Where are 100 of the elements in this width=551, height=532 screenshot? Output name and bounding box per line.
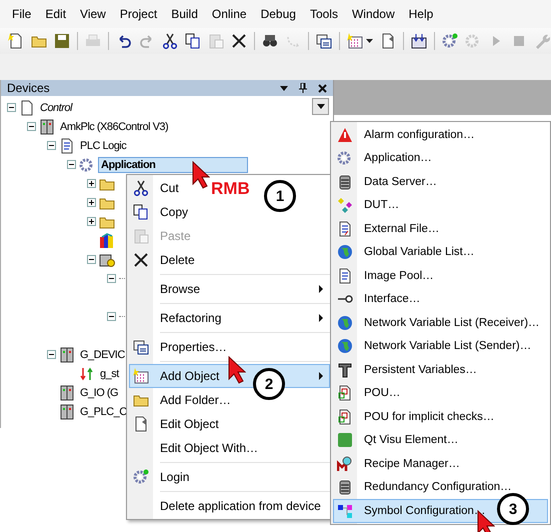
copy-icon[interactable] <box>185 33 201 49</box>
gear-icon <box>337 150 353 166</box>
menu-item[interactable]: Login <box>129 465 198 489</box>
document-icon <box>19 100 35 116</box>
device-icon <box>39 118 55 134</box>
collapse-icon[interactable] <box>7 103 16 112</box>
tree-item[interactable]: g_st <box>98 366 121 380</box>
menu-bar-item[interactable]: File <box>6 7 40 21</box>
save-icon[interactable] <box>54 33 70 49</box>
collapse-icon[interactable] <box>67 160 76 169</box>
gear-icon <box>133 469 149 485</box>
tree-item[interactable]: Application <box>98 156 248 172</box>
cross-icon <box>133 252 149 268</box>
menu-item[interactable]: External File… <box>333 217 548 240</box>
menu-bar-item[interactable]: Help <box>402 7 442 21</box>
menu-item[interactable]: POU for implicit checks… <box>333 405 548 428</box>
submenu-arrow-icon <box>319 314 323 322</box>
tile-icon <box>337 432 353 448</box>
expand-icon[interactable] <box>87 217 96 226</box>
tee-icon <box>337 362 353 378</box>
download-icon[interactable] <box>411 33 427 49</box>
grid-icon[interactable] <box>347 33 363 49</box>
cross-icon[interactable] <box>231 33 247 49</box>
menu-item[interactable]: Delete application from device <box>129 494 330 518</box>
gear-icon <box>79 156 95 172</box>
document-icon <box>337 385 353 402</box>
menu-bar-item[interactable]: Build <box>165 7 206 21</box>
menu-item[interactable]: Qt Visu Element… <box>333 428 548 452</box>
menu-bar-item[interactable]: Window <box>346 7 403 21</box>
menu-item[interactable]: Properties… <box>129 335 236 359</box>
menu-item[interactable]: Add Folder… <box>129 388 240 412</box>
menu-item[interactable]: DUT… <box>333 194 548 217</box>
menu-bar-item[interactable]: Debug <box>254 7 304 21</box>
document-icon <box>337 220 353 237</box>
device-icon <box>59 384 75 400</box>
collapse-icon[interactable] <box>107 274 116 283</box>
tree-item[interactable]: G_PLC_C <box>78 404 129 418</box>
arrows-icon <box>79 366 95 382</box>
menu-item[interactable]: POU… <box>333 382 548 405</box>
menu-item[interactable]: Interface… <box>333 288 548 311</box>
menu-item[interactable]: Edit Object <box>129 412 228 436</box>
menu-item[interactable]: Refactoring <box>129 306 330 330</box>
new-file-icon[interactable] <box>8 33 24 49</box>
menu-bar-item[interactable]: Online <box>206 7 255 21</box>
menu-bar-item[interactable]: Tools <box>304 7 346 21</box>
menu-item[interactable]: Alarm configuration… <box>333 123 548 146</box>
collapse-icon[interactable] <box>47 141 56 150</box>
menu-bar-item[interactable]: View <box>74 7 114 21</box>
menu-item[interactable]: Copy <box>129 200 198 224</box>
globe-icon <box>337 338 353 354</box>
gear-icon[interactable] <box>442 33 458 49</box>
dropdown-caret-icon[interactable] <box>366 39 373 43</box>
scissors-icon[interactable] <box>162 33 178 49</box>
tree-item[interactable]: AmkPlc (X86Control V3) <box>58 120 170 134</box>
caret-icon <box>316 104 324 109</box>
menu-item[interactable]: Browse <box>129 277 330 301</box>
close-icon[interactable] <box>318 84 327 92</box>
dropdown-button[interactable] <box>312 98 329 115</box>
menu-item[interactable]: Edit Object With… <box>129 436 268 460</box>
collapse-icon[interactable] <box>87 255 96 264</box>
expand-icon[interactable] <box>87 198 96 207</box>
clipboard-icon <box>133 228 149 244</box>
menu-item[interactable]: Recipe Manager… <box>333 452 548 476</box>
menu-item[interactable]: Global Variable List… <box>333 240 548 264</box>
menu-item[interactable]: Application… <box>333 146 548 170</box>
magnifier-icon <box>337 456 353 472</box>
squares-icon <box>337 502 353 519</box>
window-icon <box>133 339 149 355</box>
copy-icon <box>133 204 149 220</box>
pin-icon[interactable] <box>299 83 307 93</box>
menu-item[interactable]: Network Variable List (Receiver)… <box>333 311 548 334</box>
books-icon <box>99 232 115 248</box>
menu-item[interactable]: Cut <box>129 176 188 200</box>
collapse-icon[interactable] <box>107 312 116 321</box>
window-icon[interactable] <box>316 33 332 49</box>
document-icon <box>337 408 353 425</box>
tree-item[interactable]: Control <box>38 100 74 114</box>
binoculars-icon[interactable] <box>262 33 278 49</box>
dropdown-caret-icon[interactable] <box>280 86 288 90</box>
device-icon <box>337 479 353 496</box>
device-icon <box>59 404 75 420</box>
document-icon[interactable] <box>380 33 396 49</box>
server-icon <box>337 174 353 190</box>
collapse-icon[interactable] <box>47 350 56 359</box>
menu-item[interactable]: Network Variable List (Sender)… <box>333 334 548 358</box>
collapse-icon[interactable] <box>27 122 36 131</box>
tree-item[interactable]: PLC Logic <box>78 138 128 152</box>
scissors-icon <box>133 180 149 196</box>
tree-item[interactable]: G_IO (G <box>78 386 120 400</box>
menu-bar-item[interactable]: Project <box>114 7 166 21</box>
menu-item[interactable]: Persistent Variables… <box>333 358 548 382</box>
expand-icon[interactable] <box>87 179 96 188</box>
menu-bar-item[interactable]: Edit <box>39 7 74 21</box>
menu-item[interactable]: Data Server… <box>333 170 548 194</box>
menu-item[interactable]: Image Pool… <box>333 264 548 288</box>
image-icon <box>337 268 353 284</box>
cursor-icon <box>192 161 210 189</box>
tree-item[interactable]: G_DEVIC <box>78 348 127 362</box>
menu-item[interactable]: Delete <box>129 248 204 272</box>
document-icon <box>133 416 149 432</box>
